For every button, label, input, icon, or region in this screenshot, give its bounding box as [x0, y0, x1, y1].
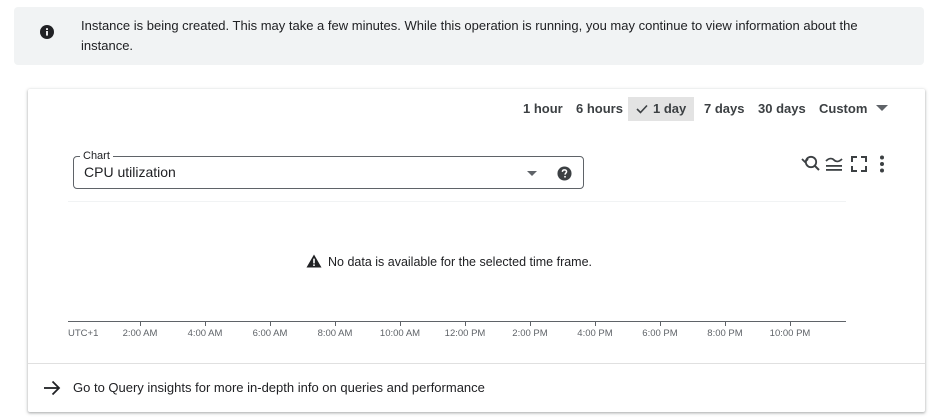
x-axis-tick [660, 322, 661, 326]
x-axis-tick [465, 322, 466, 326]
x-axis-tick-label: 2:00 AM [122, 328, 158, 339]
legend-toggle-icon[interactable] [824, 154, 844, 174]
x-axis-tick [205, 322, 206, 326]
more-vert-icon[interactable] [872, 154, 892, 174]
zoom-reset-icon[interactable] [800, 154, 820, 174]
x-axis-tick [530, 322, 531, 326]
info-icon [40, 25, 54, 39]
x-axis-tick-label: 12:00 PM [444, 328, 486, 339]
tab-30-days[interactable]: 30 days [758, 97, 806, 121]
chart-select[interactable]: Chart CPU utilization [73, 149, 584, 189]
x-axis-tick [335, 322, 336, 326]
x-axis-tick [400, 322, 401, 326]
monitoring-card: 1 hour 6 hours 1 day 7 days 30 days Cust… [28, 89, 925, 412]
dropdown-arrow-icon[interactable] [527, 171, 537, 176]
chart-select-value: CPU utilization [84, 164, 176, 180]
chart-select-label: Chart [80, 149, 113, 163]
x-axis-tick-label: 8:00 PM [707, 328, 743, 339]
x-axis-tick-label: 2:00 PM [512, 328, 548, 339]
x-axis-line [68, 321, 846, 322]
x-axis-tick-label: 4:00 PM [577, 328, 613, 339]
x-axis-timezone: UTC+1 [68, 328, 99, 339]
tab-custom[interactable]: Custom [819, 97, 889, 121]
empty-state: No data is available for the selected ti… [306, 254, 592, 272]
x-axis-tick-label: 8:00 AM [317, 328, 353, 339]
warning-icon [306, 254, 322, 268]
chart-top-divider [68, 201, 846, 202]
tab-1-day[interactable]: 1 day [628, 97, 695, 121]
tab-7-days[interactable]: 7 days [704, 97, 744, 121]
info-banner: Instance is being created. This may take… [14, 7, 924, 65]
query-insights-label: Go to Query insights for more in-depth i… [73, 380, 485, 395]
chevron-down-icon [876, 105, 889, 111]
x-axis-tick-label: 6:00 AM [252, 328, 288, 339]
x-axis-tick-label: 10:00 AM [379, 328, 421, 339]
tab-6-hours[interactable]: 6 hours [576, 97, 623, 121]
x-axis-tick [270, 322, 271, 326]
banner-message: Instance is being created. This may take… [81, 18, 858, 53]
fullscreen-icon[interactable] [849, 154, 869, 174]
x-axis-tick [725, 322, 726, 326]
arrow-forward-icon [44, 380, 61, 396]
help-icon[interactable] [557, 166, 572, 181]
x-axis-tick-label: 6:00 PM [642, 328, 678, 339]
query-insights-link[interactable]: Go to Query insights for more in-depth i… [28, 363, 925, 412]
x-axis-tick [595, 322, 596, 326]
empty-state-message: No data is available for the selected ti… [328, 255, 593, 269]
x-axis-tick [140, 322, 141, 326]
check-icon [636, 104, 648, 114]
x-axis-tick [790, 322, 791, 326]
tab-1-hour[interactable]: 1 hour [523, 97, 563, 121]
x-axis-tick-label: 10:00 PM [769, 328, 811, 339]
x-axis-tick-label: 4:00 AM [187, 328, 223, 339]
